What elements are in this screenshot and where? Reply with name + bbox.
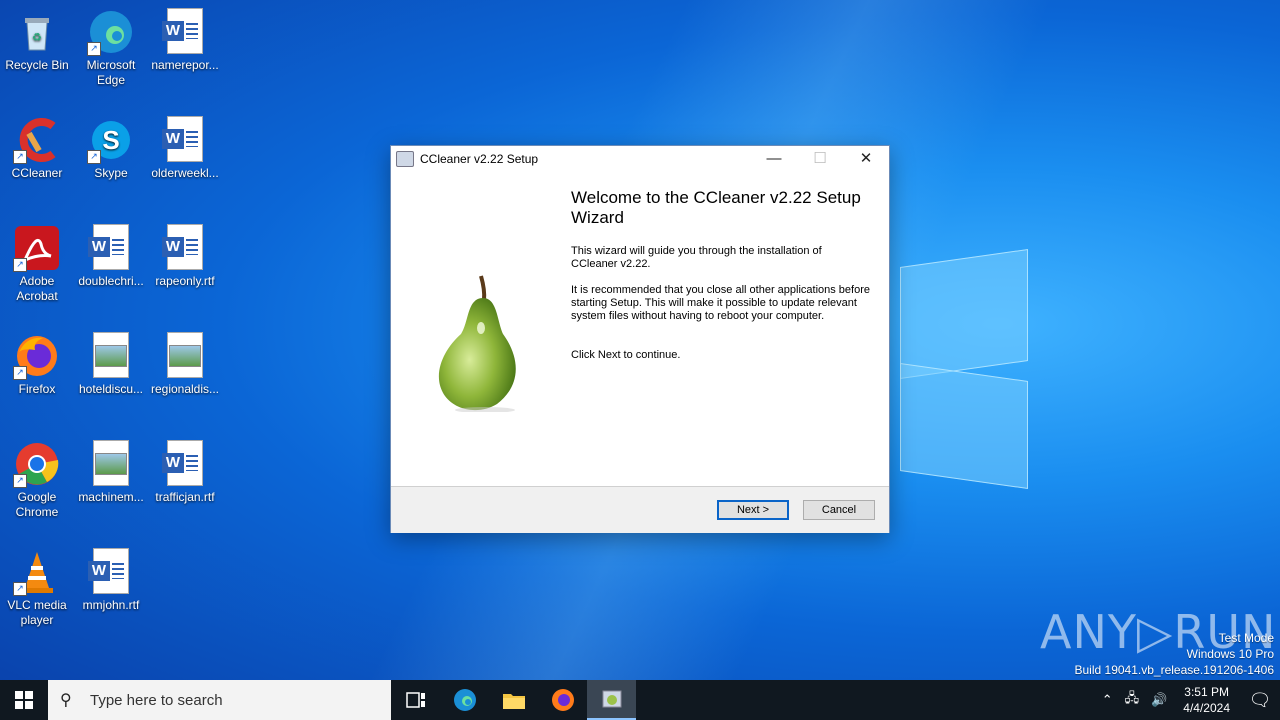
start-button[interactable] <box>0 680 48 720</box>
svg-text:♻: ♻ <box>32 32 42 44</box>
chrome-icon: ↗ <box>13 440 61 488</box>
word-document-icon: W <box>87 224 135 272</box>
skype-icon: S ↗ <box>87 116 135 164</box>
image-file-icon <box>87 440 135 488</box>
search-icon: ⚲ <box>60 692 72 709</box>
word-document-icon: W <box>161 224 209 272</box>
close-button[interactable]: ✕ <box>843 146 889 172</box>
edge-icon <box>453 689 476 711</box>
folder-icon <box>502 694 525 709</box>
desktop-icon-doublechri[interactable]: W doublechri... <box>74 224 148 289</box>
desktop-icon-rapeonly[interactable]: W rapeonly.rtf <box>148 224 222 289</box>
system-tray: ⌃ 🖧 🔊 3:51 PM 4/4/2024 🗨 <box>1096 680 1280 720</box>
taskbar: ⚲ Type here to search ⌃ 🖧 🔊 3:51 PM 4/4/… <box>0 680 1280 720</box>
wizard-footer: Next > Cancel <box>391 486 889 533</box>
desktop-icon-regionaldis[interactable]: regionaldis... <box>148 332 222 397</box>
svg-text:S: S <box>102 125 119 155</box>
edge-icon: ↗ <box>87 8 135 56</box>
acrobat-icon: ↗ <box>13 224 61 272</box>
desktop-icon-skype[interactable]: S ↗ Skype <box>74 116 148 181</box>
dialog-titlebar[interactable]: CCleaner v2.22 Setup — ☐ ✕ <box>391 146 889 172</box>
windows-logo-wallpaper <box>890 240 1030 489</box>
cancel-button[interactable]: Cancel <box>803 500 875 520</box>
desktop-icon-mmjohn[interactable]: W mmjohn.rtf <box>74 548 148 613</box>
test-mode-watermark: Test Mode Windows 10 Pro Build 19041.vb_… <box>1074 631 1275 677</box>
desktop-icon-olderweekl[interactable]: W olderweekl... <box>148 116 222 181</box>
pear-logo-icon <box>438 275 516 412</box>
desktop-icon-vlc[interactable]: ↗ VLC media player <box>0 548 74 628</box>
notification-center-icon[interactable]: 🗨 <box>1240 680 1280 720</box>
word-document-icon: W <box>87 548 135 596</box>
network-icon[interactable]: 🖧 <box>1125 689 1140 711</box>
wizard-intro-text: This wizard will guide you through the i… <box>571 245 822 270</box>
wizard-heading: Welcome to the CCleaner v2.22 Setup Wiza… <box>571 188 861 227</box>
installer-icon <box>602 690 621 708</box>
vlc-cone-icon: ↗ <box>13 548 61 596</box>
desktop-icon-recycle-bin[interactable]: ♻ Recycle Bin <box>0 8 74 73</box>
windows-start-icon <box>15 691 33 709</box>
desktop-icon-trafficjan[interactable]: W trafficjan.rtf <box>148 440 222 505</box>
desktop-icon-machinem[interactable]: machinem... <box>74 440 148 505</box>
wizard-content: Welcome to the CCleaner v2.22 Setup Wiza… <box>391 172 889 486</box>
next-button[interactable]: Next > <box>717 500 789 520</box>
desktop-icon-firefox[interactable]: ↗ Firefox <box>0 332 74 397</box>
word-document-icon: W <box>161 440 209 488</box>
task-view-icon <box>405 692 425 708</box>
show-hidden-icons-chevron-up-icon[interactable]: ⌃ <box>1102 692 1113 708</box>
desktop-icon-google-chrome[interactable]: ↗ Google Chrome <box>0 440 74 520</box>
wizard-continue-text: Click Next to continue. <box>571 349 681 361</box>
minimize-button[interactable]: — <box>751 146 797 172</box>
taskbar-file-explorer-button[interactable] <box>489 680 538 720</box>
dialog-title: CCleaner v2.22 Setup <box>420 152 539 166</box>
installer-app-icon <box>396 151 414 167</box>
word-document-icon: W <box>161 116 209 164</box>
desktop-icon-adobe-acrobat[interactable]: ↗ Adobe Acrobat <box>0 224 74 304</box>
taskbar-search-box[interactable]: ⚲ Type here to search <box>48 680 391 720</box>
image-file-icon <box>87 332 135 380</box>
desktop-icon-hoteldiscu[interactable]: hoteldiscu... <box>74 332 148 397</box>
volume-icon[interactable]: 🔊 <box>1151 692 1167 708</box>
desktop-icon-ccleaner[interactable]: ↗ CCleaner <box>0 116 74 181</box>
wizard-recommendation-text: It is recommended that you close all oth… <box>571 284 870 322</box>
clock-time: 3:51 PM <box>1184 685 1229 699</box>
maximize-button: ☐ <box>813 150 827 167</box>
word-document-icon: W <box>161 8 209 56</box>
taskbar-edge-button[interactable] <box>440 680 489 720</box>
desktop-icon-namerepor[interactable]: W namerepor... <box>148 8 222 73</box>
image-file-icon <box>161 332 209 380</box>
task-view-button[interactable] <box>391 680 440 720</box>
setup-wizard-dialog: CCleaner v2.22 Setup — ☐ ✕ Welcome to th… <box>390 145 890 533</box>
desktop-icon-microsoft-edge[interactable]: ↗ Microsoft Edge <box>74 8 148 88</box>
taskbar-ccleaner-setup-button[interactable] <box>587 680 636 720</box>
firefox-icon <box>551 689 574 711</box>
recycle-bin-icon: ♻ <box>13 8 61 56</box>
taskbar-clock[interactable]: 3:51 PM 4/4/2024 <box>1183 684 1230 716</box>
ccleaner-icon: ↗ <box>13 116 61 164</box>
taskbar-firefox-button[interactable] <box>538 680 587 720</box>
search-placeholder: Type here to search <box>90 691 223 709</box>
firefox-icon: ↗ <box>13 332 61 380</box>
clock-date: 4/4/2024 <box>1183 701 1230 715</box>
